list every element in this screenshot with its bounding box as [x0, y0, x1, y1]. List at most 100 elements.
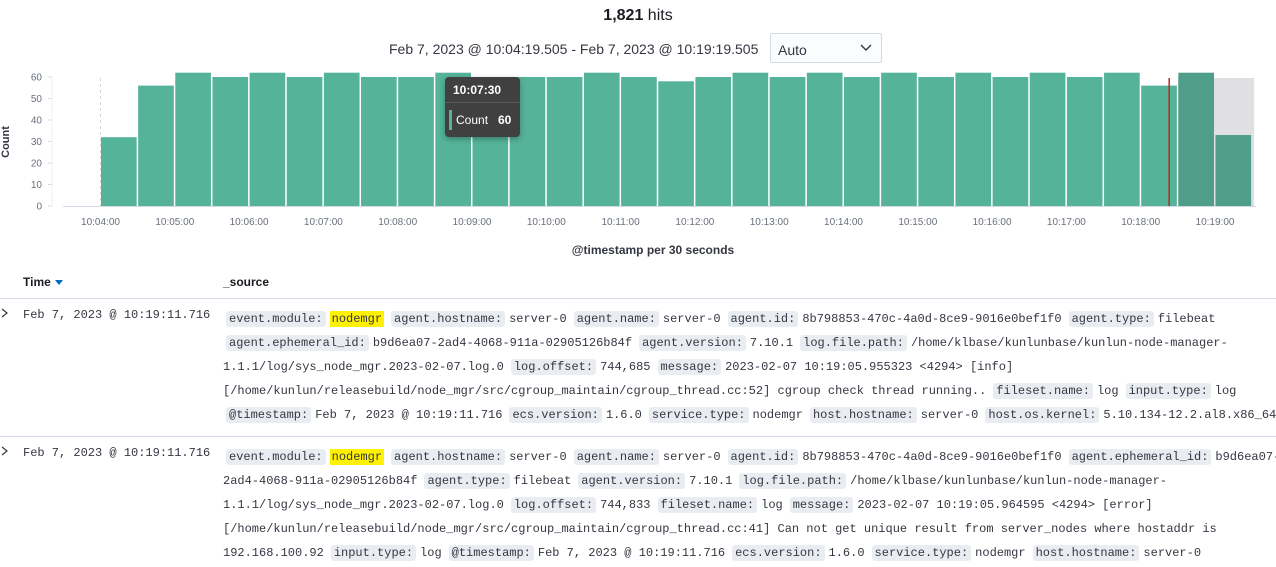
bar-10-07-00[interactable] — [323, 72, 360, 206]
sort-desc-icon[interactable] — [54, 280, 63, 286]
tooltip-row: Count 60 — [445, 103, 520, 137]
field-value: server-0 — [1143, 546, 1202, 560]
field-name: agent.hostname: — [391, 311, 506, 327]
x-tick-10-19-00: 10:19:00 — [1196, 217, 1235, 228]
bar-10-14-00[interactable] — [844, 77, 880, 206]
y-axis-label: Count — [0, 126, 12, 158]
bar-10-04-30[interactable] — [138, 85, 174, 206]
field-value: [/home/kunlun/releasebuild/node_mgr/src/… — [223, 522, 1217, 536]
field-value: Feb 7, 2023 @ 10:19:11.716 — [315, 408, 503, 422]
field-name: @timestamp: — [226, 407, 312, 423]
source-line: event.module: nodemgr agent.hostname: serve… — [223, 307, 1276, 331]
bar-10-16-00[interactable] — [992, 77, 1029, 206]
bar-10-06-30[interactable] — [286, 77, 323, 206]
bar-10-06-00[interactable] — [249, 72, 286, 206]
x-axis-label: @timestamp per 30 seconds — [571, 243, 735, 257]
bar-10-10-00[interactable] — [546, 77, 583, 206]
bar-10-18-30[interactable] — [1178, 72, 1214, 206]
field-value: server-0 — [509, 450, 567, 464]
tooltip-swatch — [449, 110, 452, 130]
bar-10-10-30[interactable] — [583, 72, 620, 206]
bar-10-15-00[interactable] — [918, 77, 954, 206]
chevron-right-icon[interactable] — [0, 307, 10, 319]
bar-10-17-30[interactable] — [1104, 72, 1140, 206]
field-value: 1.1.1/log/sys_node_mgr.2023-02-07.log.0 — [223, 498, 504, 512]
field-name: agent.version: — [578, 473, 686, 489]
field-value: /home/klbase/kunlunbase/kunlun-node-mana… — [910, 336, 1228, 350]
x-tick-10-05-00: 10:05:00 — [155, 217, 194, 228]
field-value: 2023-02-07 10:19:05.964595 <4294> [error… — [857, 498, 1153, 512]
source-line: agent.ephemeral_id: b9d6ea07-2ad4-4068-91… — [223, 331, 1276, 355]
bar-10-11-30[interactable] — [658, 81, 694, 206]
bar-10-04-00[interactable] — [101, 137, 137, 206]
field-value: log — [420, 546, 442, 560]
bar-10-12-00[interactable] — [695, 77, 732, 206]
source-line: [/home/kunlun/releasebuild/node_mgr/src/… — [223, 517, 1276, 541]
field-name: host.os.kernel: — [985, 407, 1100, 423]
bar-10-17-00[interactable] — [1066, 77, 1103, 206]
y-tick-0: 0 — [36, 202, 42, 213]
time-range-text: Feb 7, 2023 @ 10:04:19.505 - Feb 7, 2023… — [389, 41, 759, 57]
bar-10-05-00[interactable] — [175, 72, 211, 206]
bar-10-13-30[interactable] — [806, 72, 843, 206]
bar-10-07-30[interactable] — [361, 77, 397, 206]
tooltip-value: 60 — [498, 113, 512, 127]
table-header: Time _source — [0, 272, 1276, 299]
y-tick-60: 60 — [31, 73, 43, 84]
field-value: 1.6.0 — [605, 408, 642, 422]
y-tick-30: 30 — [31, 137, 43, 148]
row-timestamp: Feb 7, 2023 @ 10:19:11.716 — [23, 446, 211, 460]
interval-select[interactable]: Auto — [770, 33, 882, 63]
histogram-chart[interactable]: 0 10 20 30 40 50 60 10:04:00 10:05:00 10:06:00 10… — [0, 70, 1276, 240]
bar-10-14-30[interactable] — [881, 72, 917, 206]
column-header-time[interactable]: Time — [23, 275, 63, 289]
chevron-down-icon — [860, 44, 872, 51]
field-value: 192.168.100.92 — [223, 546, 324, 560]
field-name: input.type: — [330, 545, 417, 561]
table-row: Feb 7, 2023 @ 10:19:11.716 event.module:… — [0, 299, 1276, 437]
bar-10-12-30[interactable] — [732, 72, 769, 206]
field-name: agent.hostname: — [391, 449, 506, 465]
x-tick-10-17-00: 10:17:00 — [1047, 217, 1086, 228]
bar-10-18-00[interactable] — [1141, 85, 1177, 206]
field-name: host.hostname: — [809, 407, 917, 423]
row-timestamp: Feb 7, 2023 @ 10:19:11.716 — [23, 308, 211, 322]
field-value: filebeat — [513, 474, 572, 488]
column-header-source: _source — [223, 275, 270, 289]
field-value: 7.10.1 — [689, 474, 733, 488]
field-value: 1.6.0 — [828, 546, 865, 560]
field-value: log — [1096, 384, 1119, 398]
field-name: event.module: — [226, 449, 326, 465]
field-name: agent.id: — [727, 449, 799, 465]
field-value: 2023-02-07 10:19:05.955323 <4294> [info] — [725, 360, 1014, 374]
time-range-row: Feb 7, 2023 @ 10:04:19.505 - Feb 7, 2023… — [0, 33, 1276, 65]
field-name: ecs.version: — [509, 407, 602, 423]
tooltip-label: Count — [456, 113, 489, 127]
bar-10-11-00[interactable] — [621, 77, 657, 206]
field-name: agent.id: — [727, 311, 799, 327]
x-tick-10-11-00: 10:11:00 — [602, 217, 641, 228]
field-name: message: — [657, 359, 722, 375]
field-value: server-0 — [509, 312, 567, 326]
x-tick-10-13-00: 10:13:00 — [750, 217, 789, 228]
bar-10-08-00[interactable] — [398, 77, 434, 206]
chevron-right-icon[interactable] — [0, 445, 10, 457]
field-name: service.type: — [871, 545, 972, 561]
field-value: 744,685 — [600, 360, 651, 374]
row-source: event.module: nodemgr agent.hostname: serve… — [223, 307, 1276, 427]
bar-10-15-30[interactable] — [955, 72, 992, 206]
field-name: agent.type: — [424, 473, 510, 489]
source-line: event.module: nodemgr agent.hostname: serve… — [223, 445, 1276, 469]
y-tick-40: 40 — [31, 116, 43, 127]
hits-label: hits — [647, 7, 673, 24]
field-name: host.hostname: — [1032, 545, 1140, 561]
bar-10-19-00[interactable] — [1215, 135, 1252, 206]
y-tick-50: 50 — [31, 94, 43, 105]
bar-10-05-30[interactable] — [212, 77, 249, 206]
source-line: 192.168.100.92 input.type: log @timestamp: F… — [223, 541, 1276, 565]
bar-10-13-00[interactable] — [769, 77, 806, 206]
bar-10-16-30[interactable] — [1029, 72, 1066, 206]
field-value: b9d6ea07-2ad4-4068-911a-02905126b84f — [372, 336, 633, 350]
tooltip-time: 10:07:30 — [445, 77, 520, 103]
field-value: 7.10.1 — [749, 336, 794, 350]
